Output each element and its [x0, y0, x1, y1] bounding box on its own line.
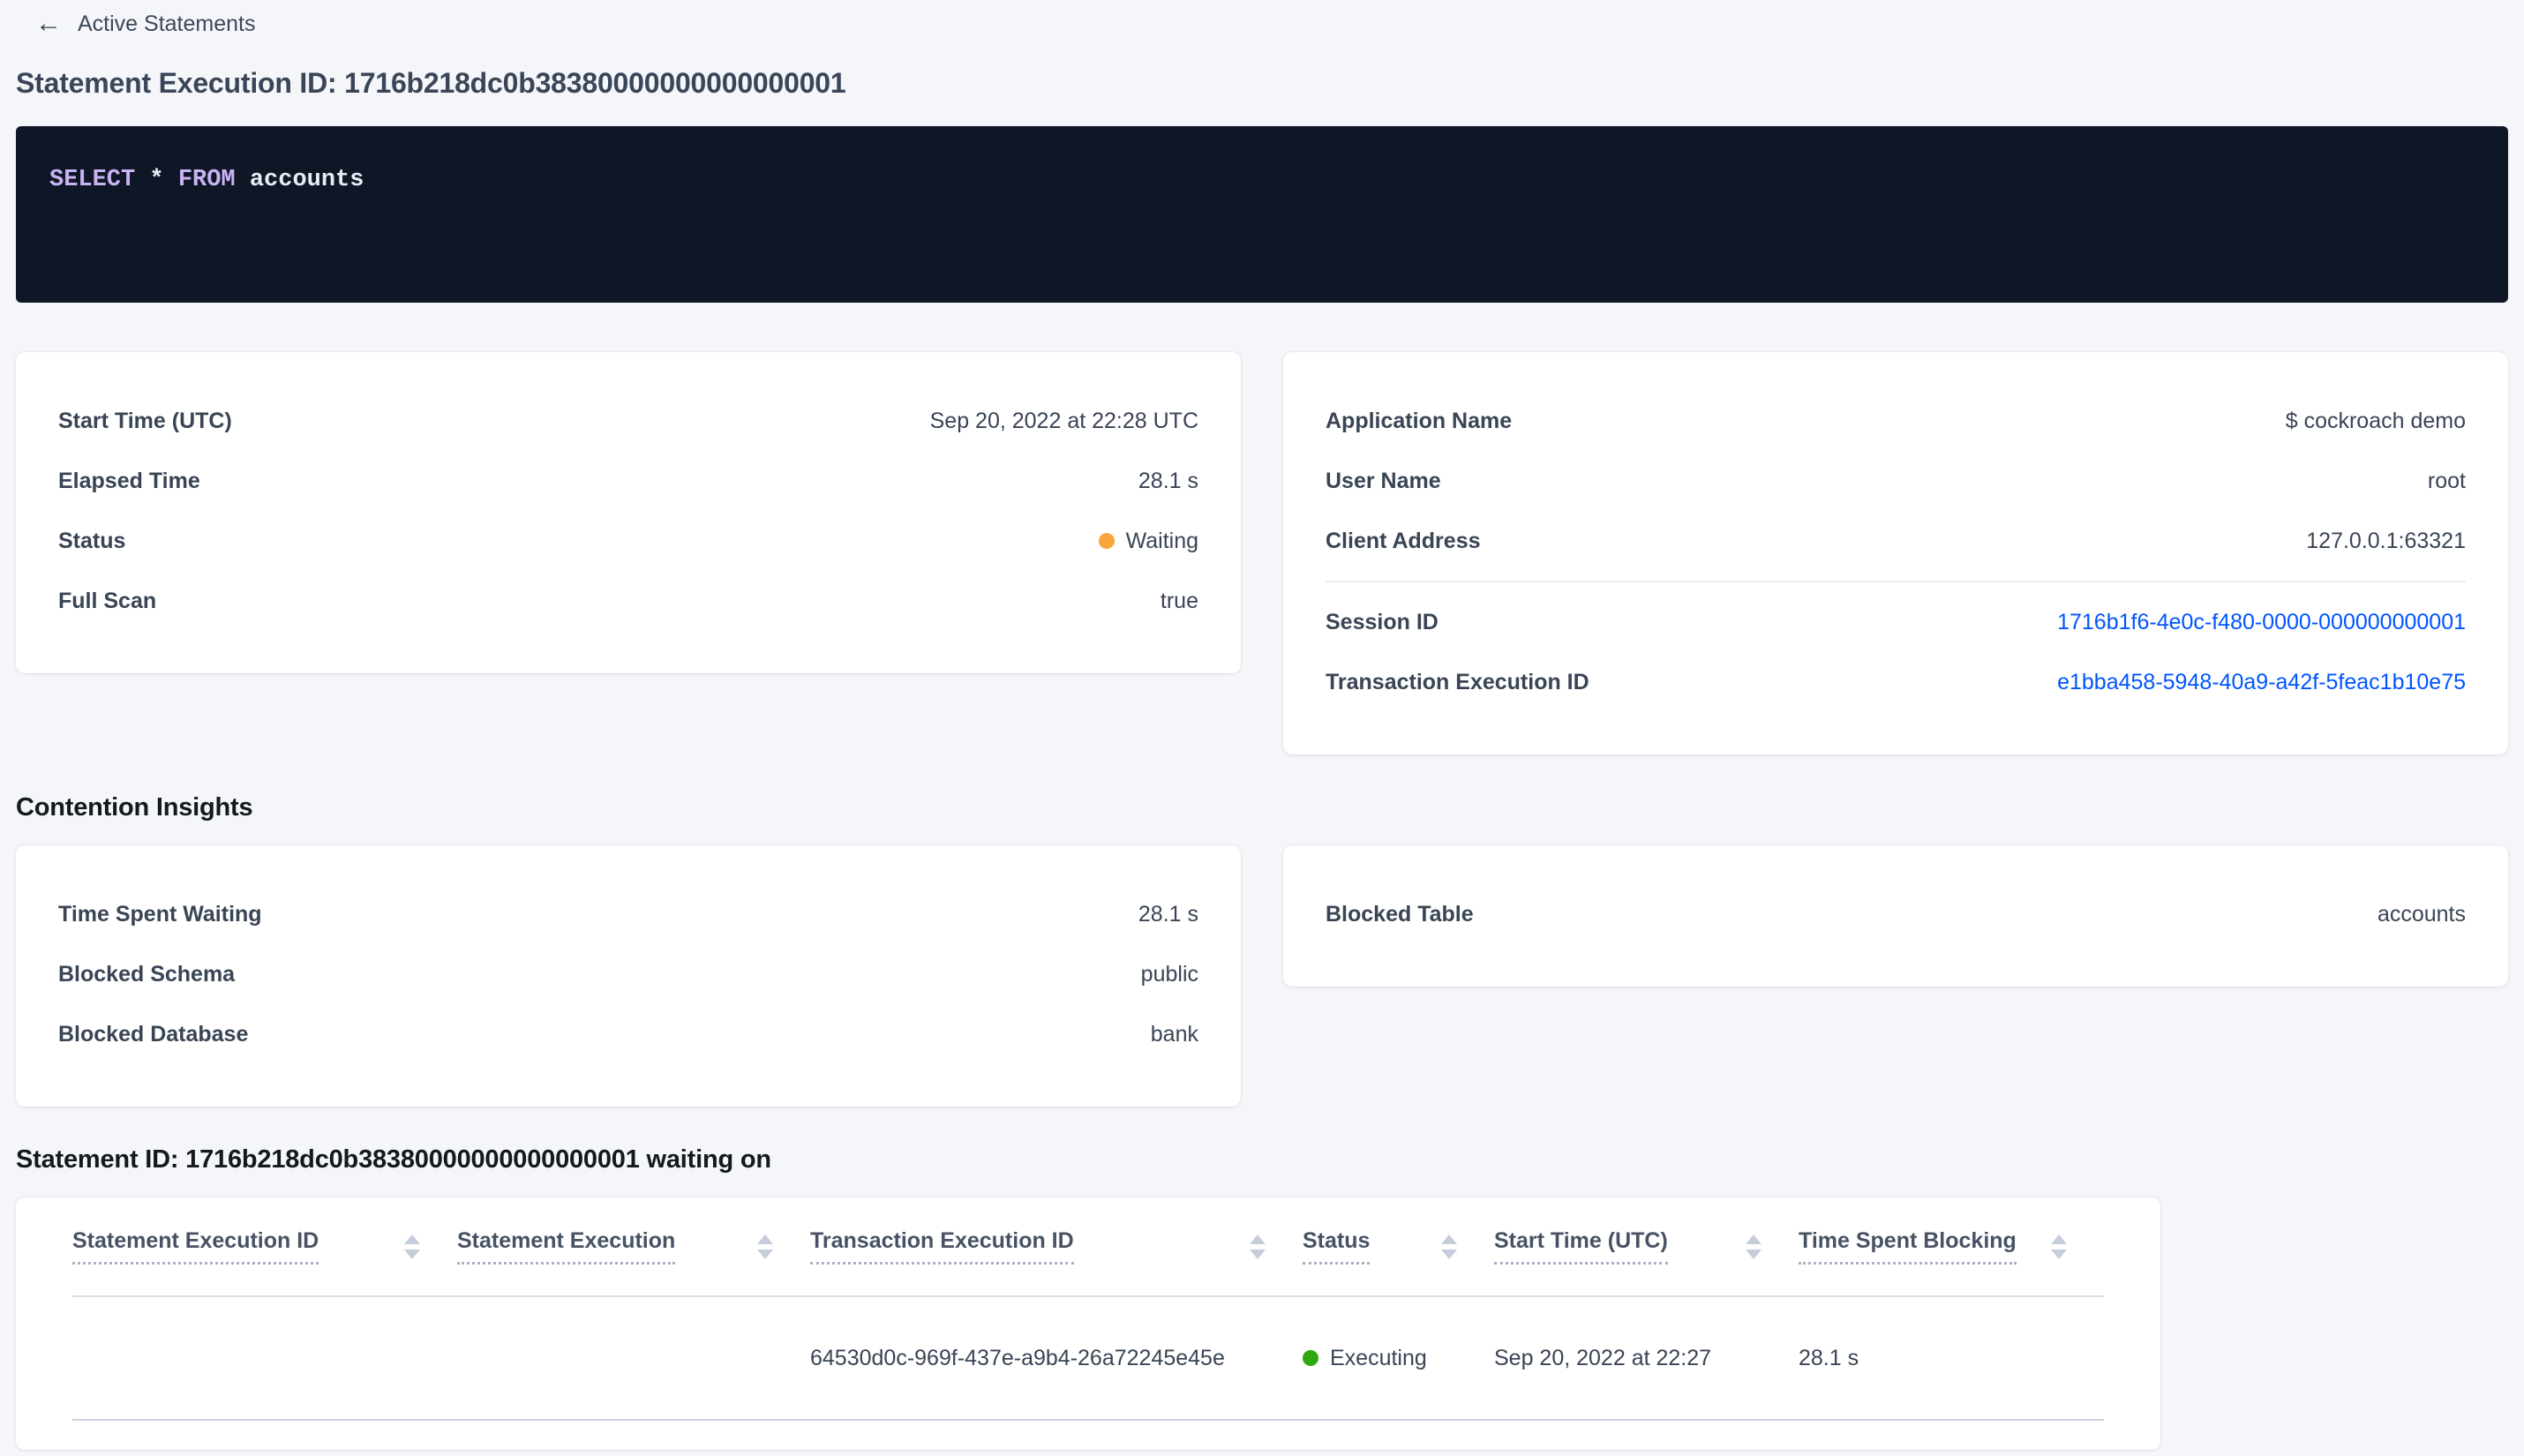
blocked-database-label: Blocked Database	[58, 1021, 249, 1047]
user-name-value: root	[2427, 468, 2466, 493]
sort-icon[interactable]	[1746, 1234, 1762, 1259]
client-address-value: 127.0.0.1:63321	[2306, 528, 2466, 553]
session-summary-card: Application Name $ cockroach demo User N…	[1283, 352, 2508, 754]
row-start-time: Start Time (UTC) Sep 20, 2022 at 22:28 U…	[58, 391, 1198, 451]
row-blocked-database: Blocked Database bank	[58, 1004, 1198, 1064]
time-spent-waiting-value: 28.1 s	[1138, 901, 1198, 927]
column-header-transaction-execution-id[interactable]: Transaction Execution ID	[810, 1228, 1303, 1265]
session-card-divider	[1326, 581, 2466, 582]
row-elapsed-time: Elapsed Time 28.1 s	[58, 451, 1198, 511]
execution-summary-card: Start Time (UTC) Sep 20, 2022 at 22:28 U…	[16, 352, 1241, 673]
start-time-label: Start Time (UTC)	[58, 408, 232, 433]
contention-insights-heading: Contention Insights	[16, 793, 253, 822]
page-title: Statement Execution ID: 1716b218dc0b3838…	[16, 67, 846, 99]
contention-blocked-table-card: Blocked Table accounts	[1283, 845, 2508, 987]
waiting-on-table-header: Statement Execution ID Statement Executi…	[72, 1197, 2104, 1297]
status-label: Status	[58, 528, 126, 553]
row-transaction-execution-id: Transaction Execution ID e1bba458-5948-4…	[1326, 652, 2466, 712]
full-scan-value: true	[1160, 588, 1198, 613]
statement-execution-details-page: ← Active Statements Statement Execution …	[0, 0, 2524, 1450]
cell-status: Executing	[1303, 1346, 1494, 1371]
sort-icon[interactable]	[2051, 1234, 2067, 1259]
elapsed-time-label: Elapsed Time	[58, 468, 200, 493]
user-name-label: User Name	[1326, 468, 1441, 493]
blocked-database-value: bank	[1150, 1021, 1198, 1047]
column-header-status[interactable]: Status	[1303, 1228, 1494, 1265]
row-status: Status Waiting	[58, 511, 1198, 571]
row-application-name: Application Name $ cockroach demo	[1326, 391, 2466, 451]
cell-start-time: Sep 20, 2022 at 22:27	[1494, 1345, 1712, 1370]
column-header-statement-execution-id[interactable]: Statement Execution ID	[72, 1228, 457, 1265]
waiting-on-heading: Statement ID: 1716b218dc0b38380000000000…	[16, 1145, 771, 1174]
back-arrow-icon: ←	[35, 9, 62, 38]
session-id-label: Session ID	[1326, 609, 1439, 634]
row-user-name: User Name root	[1326, 451, 2466, 511]
client-address-label: Client Address	[1326, 528, 1481, 553]
table-bottom-padding	[72, 1421, 2104, 1450]
time-spent-waiting-label: Time Spent Waiting	[58, 901, 262, 927]
row-time-spent-waiting: Time Spent Waiting 28.1 s	[58, 884, 1198, 944]
status-value: Waiting	[1098, 528, 1198, 554]
session-id-link[interactable]: 1716b1f6-4e0c-f480-0000-000000000001	[2057, 610, 2466, 635]
sql-keyword-from: FROM	[177, 167, 236, 193]
table-row: 64530d0c-969f-437e-a9b4-26a72245e45e Exe…	[72, 1297, 2104, 1421]
start-time-value: Sep 20, 2022 at 22:28 UTC	[929, 408, 1198, 433]
executing-status-dot-icon	[1303, 1350, 1318, 1366]
back-link-active-statements[interactable]: ← Active Statements	[16, 0, 255, 37]
column-header-start-time[interactable]: Start Time (UTC)	[1494, 1228, 1799, 1265]
application-name-label: Application Name	[1326, 408, 1513, 433]
column-header-label: Start Time (UTC)	[1494, 1228, 1668, 1265]
executing-status-badge: Executing	[1330, 1345, 1427, 1370]
cell-transaction-execution-id: 64530d0c-969f-437e-a9b4-26a72245e45e	[810, 1345, 1225, 1370]
column-header-statement-execution[interactable]: Statement Execution	[457, 1228, 810, 1265]
column-header-label: Time Spent Blocking	[1799, 1228, 2017, 1265]
transaction-execution-id-label: Transaction Execution ID	[1326, 669, 1589, 694]
blocked-schema-label: Blocked Schema	[58, 961, 236, 987]
column-header-time-spent-blocking[interactable]: Time Spent Blocking	[1799, 1228, 2104, 1265]
contention-cards-row: Time Spent Waiting 28.1 s Blocked Schema…	[16, 845, 2508, 1107]
column-header-label: Statement Execution	[457, 1228, 676, 1265]
transaction-execution-id-link[interactable]: e1bba458-5948-40a9-a42f-5feac1b10e75	[2057, 670, 2466, 695]
row-full-scan: Full Scan true	[58, 571, 1198, 631]
blocked-table-label: Blocked Table	[1326, 901, 1474, 927]
row-blocked-schema: Blocked Schema public	[58, 944, 1198, 1004]
column-header-label: Statement Execution ID	[72, 1228, 319, 1265]
column-header-label: Transaction Execution ID	[810, 1228, 1074, 1265]
status-badge: Waiting	[1125, 528, 1198, 553]
blocked-table-value: accounts	[2377, 901, 2466, 927]
waiting-status-dot-icon	[1098, 533, 1115, 549]
column-header-label: Status	[1303, 1228, 1371, 1265]
sort-icon[interactable]	[1441, 1234, 1457, 1259]
row-blocked-table: Blocked Table accounts	[1326, 884, 2466, 944]
row-session-id: Session ID 1716b1f6-4e0c-f480-0000-00000…	[1326, 592, 2466, 652]
sort-icon[interactable]	[757, 1234, 773, 1259]
row-client-address: Client Address 127.0.0.1:63321	[1326, 511, 2466, 571]
back-link-label: Active Statements	[78, 11, 256, 36]
sql-table-name: accounts	[235, 167, 364, 193]
elapsed-time-value: 28.1 s	[1138, 468, 1198, 493]
sql-star: *	[135, 167, 178, 193]
sql-keyword-select: SELECT	[49, 167, 136, 193]
sort-icon[interactable]	[1250, 1234, 1266, 1259]
cell-time-spent-blocking: 28.1 s	[1799, 1345, 1859, 1370]
blocked-schema-value: public	[1140, 961, 1198, 987]
sql-statement-box: SELECT * FROM accounts	[16, 126, 2508, 303]
sort-icon[interactable]	[404, 1234, 420, 1259]
contention-waiting-card: Time Spent Waiting 28.1 s Blocked Schema…	[16, 845, 1241, 1107]
summary-cards-row: Start Time (UTC) Sep 20, 2022 at 22:28 U…	[16, 352, 2508, 754]
waiting-on-table: Statement Execution ID Statement Executi…	[16, 1197, 2160, 1450]
full-scan-label: Full Scan	[58, 588, 157, 613]
application-name-value: $ cockroach demo	[2285, 408, 2466, 433]
sql-statement-text: SELECT * FROM accounts	[49, 167, 2475, 193]
